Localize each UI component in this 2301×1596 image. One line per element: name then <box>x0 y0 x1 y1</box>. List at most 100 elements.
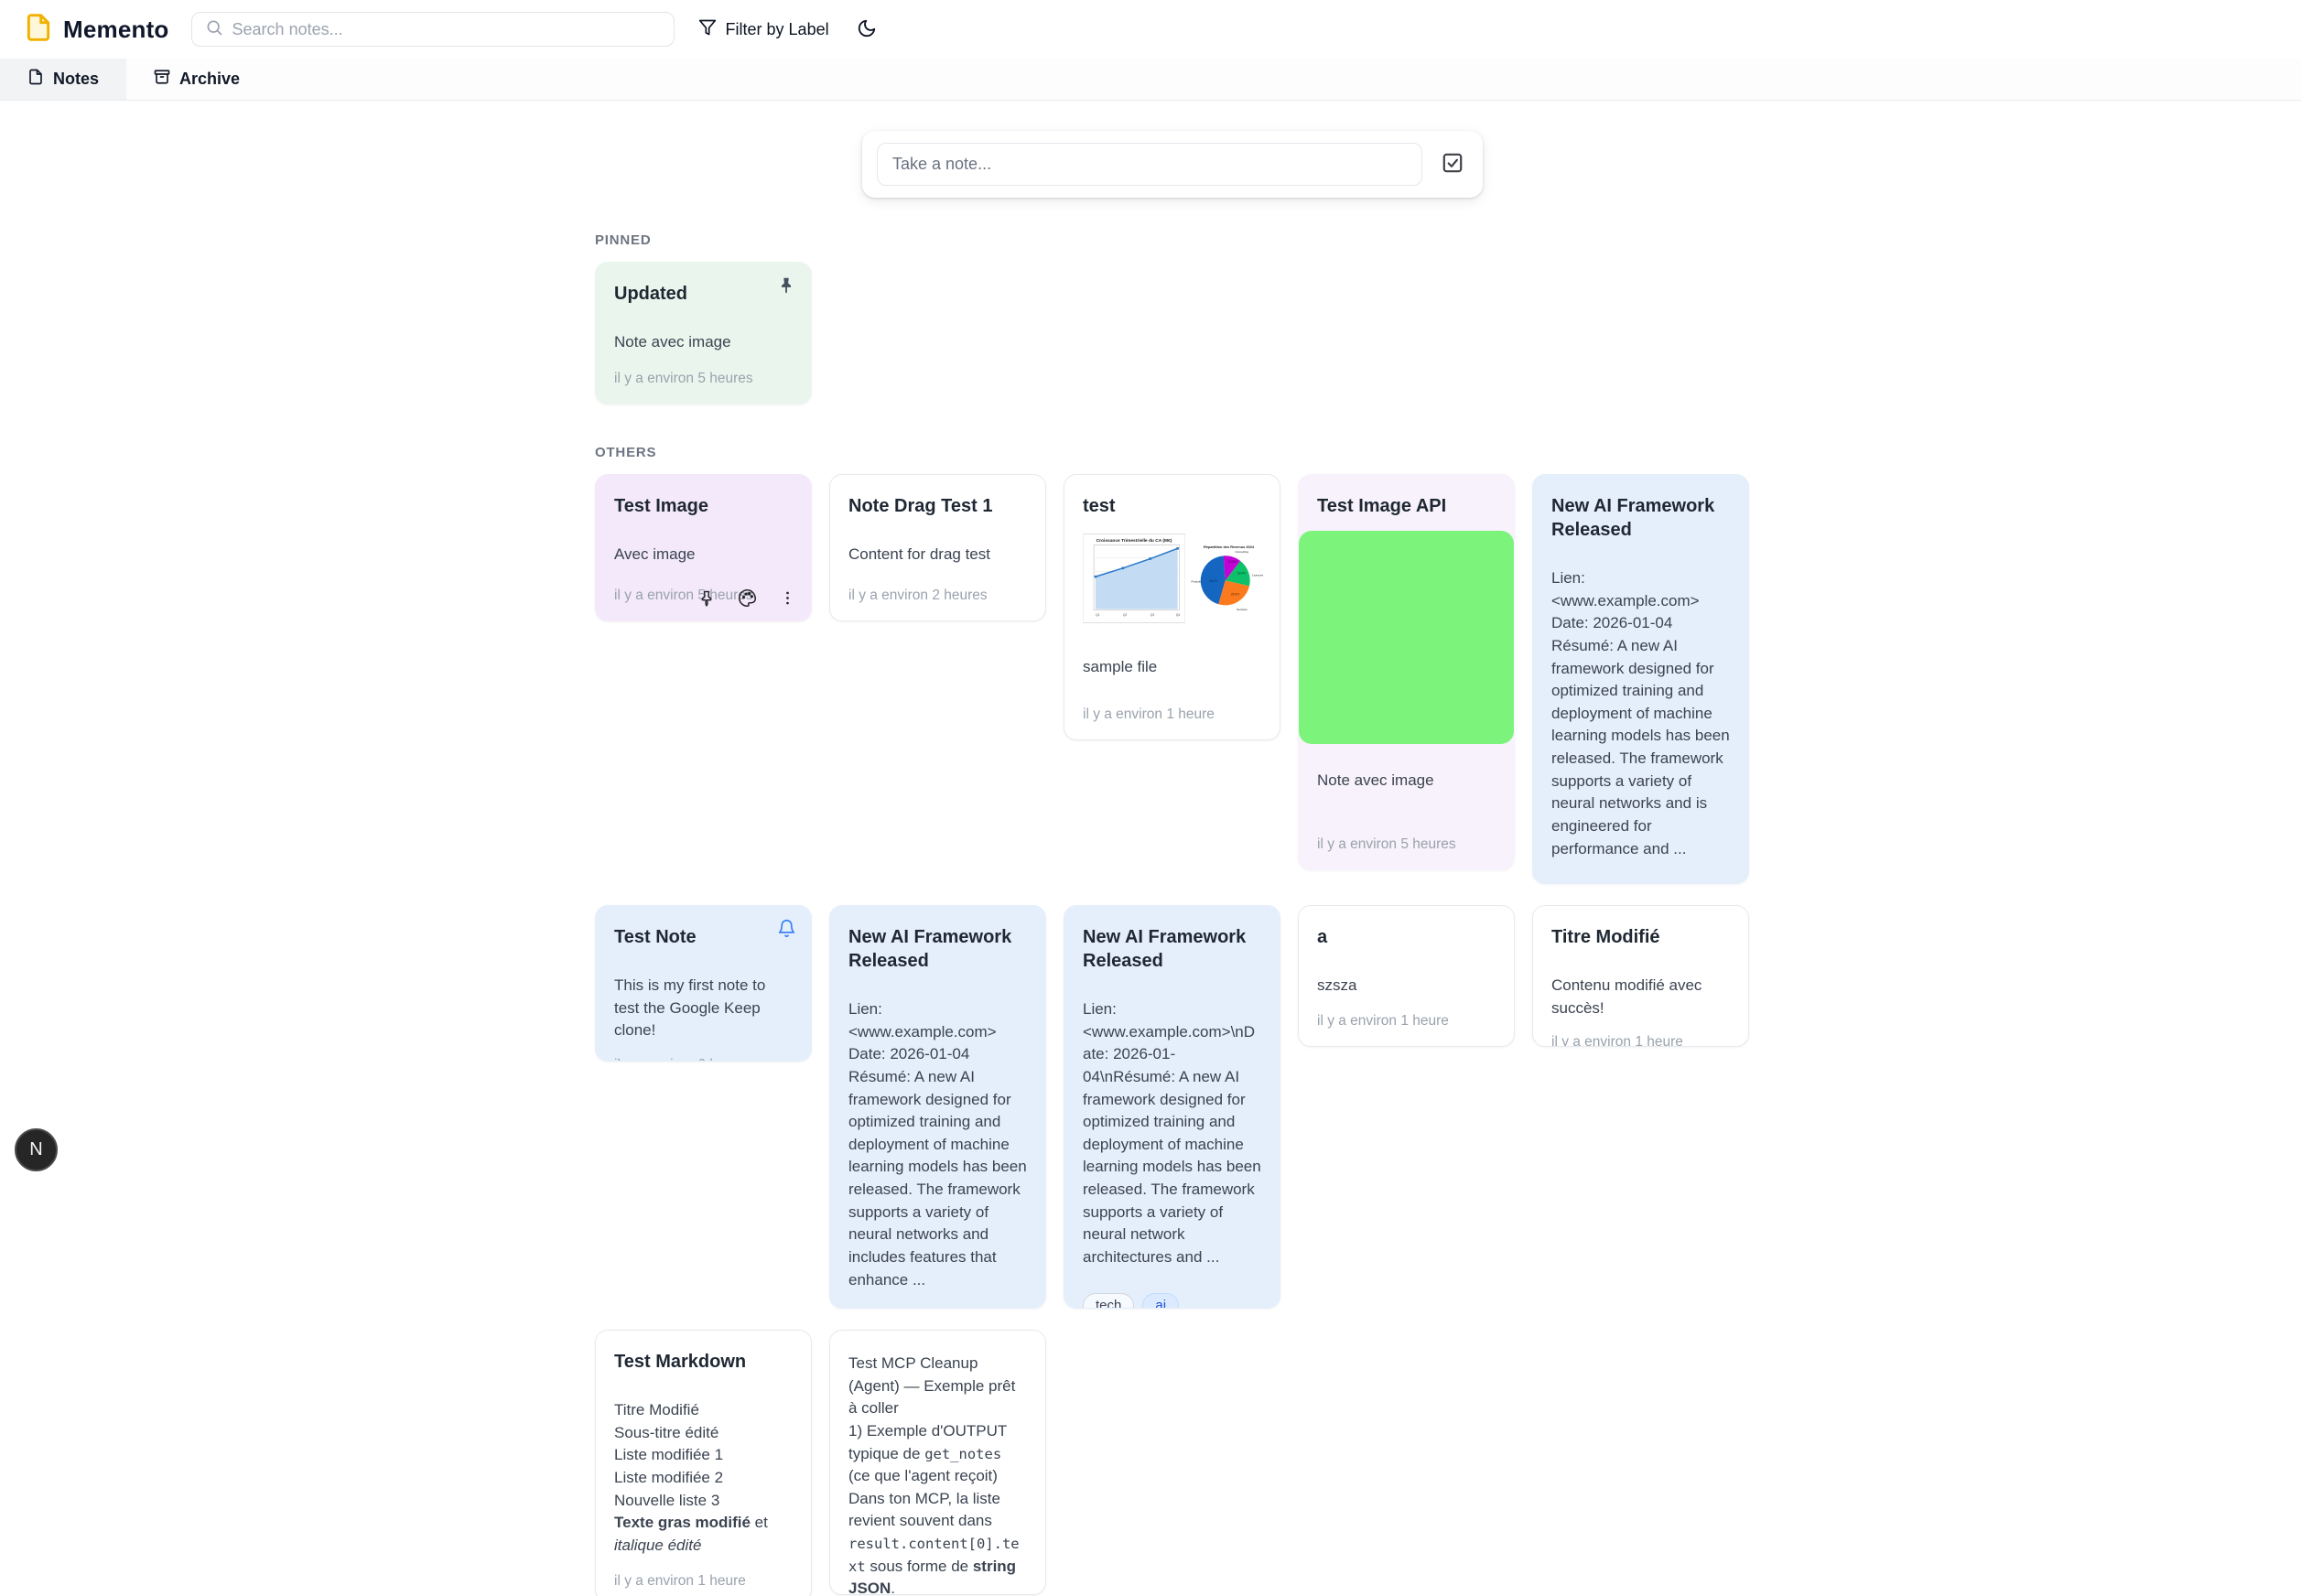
tab-notes-label: Notes <box>53 70 99 89</box>
note-tags: tech ai framework mlops gpu <box>1083 1293 1261 1309</box>
note-body: This is my first note to test the Google… <box>614 975 793 1042</box>
note-body: Contenu modifié avec succès! <box>1551 975 1730 1019</box>
note-body: Lien: <www.example.com> Date: 2026-01-04… <box>848 998 1027 1291</box>
note-title: Titre Modifié <box>1551 925 1730 949</box>
line-chart-thumbnail[interactable]: Croissance Trimestrielle du CA (M€) Q1 <box>1083 531 1185 631</box>
section-label-others: OTHERS <box>595 445 1750 460</box>
pie-pct: 25.9% <box>1231 593 1239 597</box>
note-body: Test MCP Cleanup (Agent) — Exemple prêt … <box>848 1353 1027 1595</box>
note-card-new-ai-framework-2[interactable]: New AI Framework Released Lien: <www.exa… <box>829 905 1046 1309</box>
x-tick: Q3 <box>1150 613 1155 617</box>
note-timestamp: il y a environ 1 heure <box>1317 998 1496 1030</box>
tab-archive[interactable]: Archive <box>126 59 267 100</box>
note-timestamp: il y a environ 1 heure <box>1083 692 1261 723</box>
note-image-attachments: Croissance Trimestrielle du CA (M€) Q1 <box>1083 531 1261 631</box>
others-grid: Test Image Avec image il y a environ 5 h… <box>595 474 1750 1596</box>
pin-filled-icon[interactable] <box>776 275 796 300</box>
note-body: Lien: <www.example.com>\nDate: 2026-01-0… <box>1083 998 1261 1269</box>
section-label-pinned: PINNED <box>595 232 1750 248</box>
note-card-new-ai-framework-3[interactable]: New AI Framework Released Lien: <www.exa… <box>1064 905 1280 1309</box>
search-icon <box>205 18 223 41</box>
note-card-new-ai-framework-1[interactable]: New AI Framework Released Lien: <www.exa… <box>1532 474 1749 884</box>
new-checklist-button[interactable] <box>1441 151 1464 178</box>
archive-icon <box>154 69 170 90</box>
document-logo-icon <box>24 13 53 47</box>
note-timestamp: il y a environ 1 heure <box>614 1558 793 1590</box>
pie-label: Services <box>1237 608 1248 611</box>
note-timestamp: il y a environ 2 heures <box>848 573 1027 604</box>
view-tabs: Notes Archive <box>0 59 2301 101</box>
pie-label: Produits <box>1192 580 1203 584</box>
note-timestamp: il y a environ 6 heures <box>614 1042 793 1062</box>
filter-by-label-button[interactable]: Filter by Label <box>698 18 829 41</box>
note-image-green[interactable] <box>1299 531 1514 744</box>
note-title: a <box>1317 925 1496 949</box>
note-body: Titre Modifié Sous-titre édité Liste mod… <box>614 1399 793 1557</box>
note-body: sample file <box>1083 656 1261 679</box>
x-tick: Q4 <box>1176 613 1181 617</box>
note-composer <box>862 131 1483 198</box>
note-body: Note avec image <box>1317 770 1496 793</box>
take-a-note-input[interactable] <box>877 143 1422 186</box>
x-tick: Q2 <box>1123 613 1128 617</box>
notes-board: PINNED Updated Note avec image il y a en… <box>595 131 1750 1596</box>
pinned-grid: Updated Note avec image il y a environ 5… <box>595 262 1750 404</box>
tag-tech[interactable]: tech <box>1083 1293 1134 1309</box>
tag-ai[interactable]: ai <box>1142 1293 1179 1309</box>
note-title: Test Image API <box>1317 478 1496 518</box>
search-box[interactable] <box>191 12 675 47</box>
moon-icon <box>857 18 877 41</box>
theme-toggle-button[interactable] <box>857 18 877 41</box>
note-body: Note avec image <box>614 331 793 354</box>
note-card-test-note[interactable]: Test Note This is my first note to test … <box>595 905 812 1062</box>
note-body: szsza <box>1317 975 1496 998</box>
pin-icon[interactable] <box>697 589 716 608</box>
filter-label: Filter by Label <box>726 20 829 39</box>
tab-notes[interactable]: Notes <box>0 59 126 100</box>
note-title: New AI Framework Released <box>1083 925 1261 973</box>
pie-chart-thumbnail[interactable]: Répartition des Revenus 2024 Consulting … <box>1190 531 1268 631</box>
note-title: test <box>1083 494 1261 518</box>
app-header: Memento Filter by Label <box>0 0 2301 59</box>
note-timestamp: il y a environ 5 heures <box>614 356 793 387</box>
note-timestamp: il y a environ 5 heures <box>1299 836 1514 869</box>
search-input[interactable] <box>232 20 661 39</box>
app-title: Memento <box>63 16 169 44</box>
note-title: Note Drag Test 1 <box>848 494 1027 518</box>
note-title: New AI Framework Released <box>1551 494 1730 542</box>
pie-pct: 10.5% <box>1228 560 1237 564</box>
note-title: Test Note <box>614 925 793 949</box>
note-card-test-markdown[interactable]: Test Markdown Titre Modifié Sous-titre é… <box>595 1330 812 1596</box>
app-logo: Memento <box>24 13 169 47</box>
reminder-bell-icon[interactable] <box>777 919 796 943</box>
note-hover-actions <box>697 588 796 608</box>
note-body: Content for drag test <box>848 544 1027 566</box>
note-card-test-mcp-cleanup[interactable]: Test MCP Cleanup (Agent) — Exemple prêt … <box>829 1330 1046 1595</box>
note-card-test-image[interactable]: Test Image Avec image il y a environ 5 h… <box>595 474 812 621</box>
funnel-icon <box>698 18 717 41</box>
x-tick: Q1 <box>1096 613 1100 617</box>
pie-label: Consulting <box>1235 550 1248 554</box>
note-title: Test Image <box>614 494 793 518</box>
pie-pct: 45.0% <box>1209 579 1217 583</box>
pie-label: Licences <box>1252 574 1264 577</box>
file-icon <box>27 69 44 90</box>
note-card-titre-modifie[interactable]: Titre Modifié Contenu modifié avec succè… <box>1532 905 1749 1047</box>
dev-overlay-button[interactable]: N <box>15 1128 58 1171</box>
note-title: Updated <box>614 282 793 306</box>
note-card-a[interactable]: a szsza il y a environ 1 heure <box>1298 905 1515 1047</box>
note-body: Avec image <box>614 544 793 566</box>
note-card-test[interactable]: test Croissance Trimestrielle du CA (M€) <box>1064 474 1280 740</box>
tab-archive-label: Archive <box>179 70 240 89</box>
note-title: Test Markdown <box>614 1350 793 1374</box>
note-timestamp: il y a environ 1 heure <box>1551 1019 1730 1047</box>
pie-pct: 18.0% <box>1237 571 1246 575</box>
note-card-note-drag-test[interactable]: Note Drag Test 1 Content for drag test i… <box>829 474 1046 621</box>
palette-icon[interactable] <box>738 588 757 608</box>
note-card-test-image-api[interactable]: Test Image API Note avec image il y a en… <box>1298 474 1515 870</box>
note-card-updated[interactable]: Updated Note avec image il y a environ 5… <box>595 262 812 404</box>
line-chart-title: Croissance Trimestrielle du CA (M€) <box>1096 538 1172 544</box>
note-title: New AI Framework Released <box>848 925 1027 973</box>
more-menu-icon[interactable] <box>779 589 796 607</box>
fab-label: N <box>29 1139 42 1160</box>
